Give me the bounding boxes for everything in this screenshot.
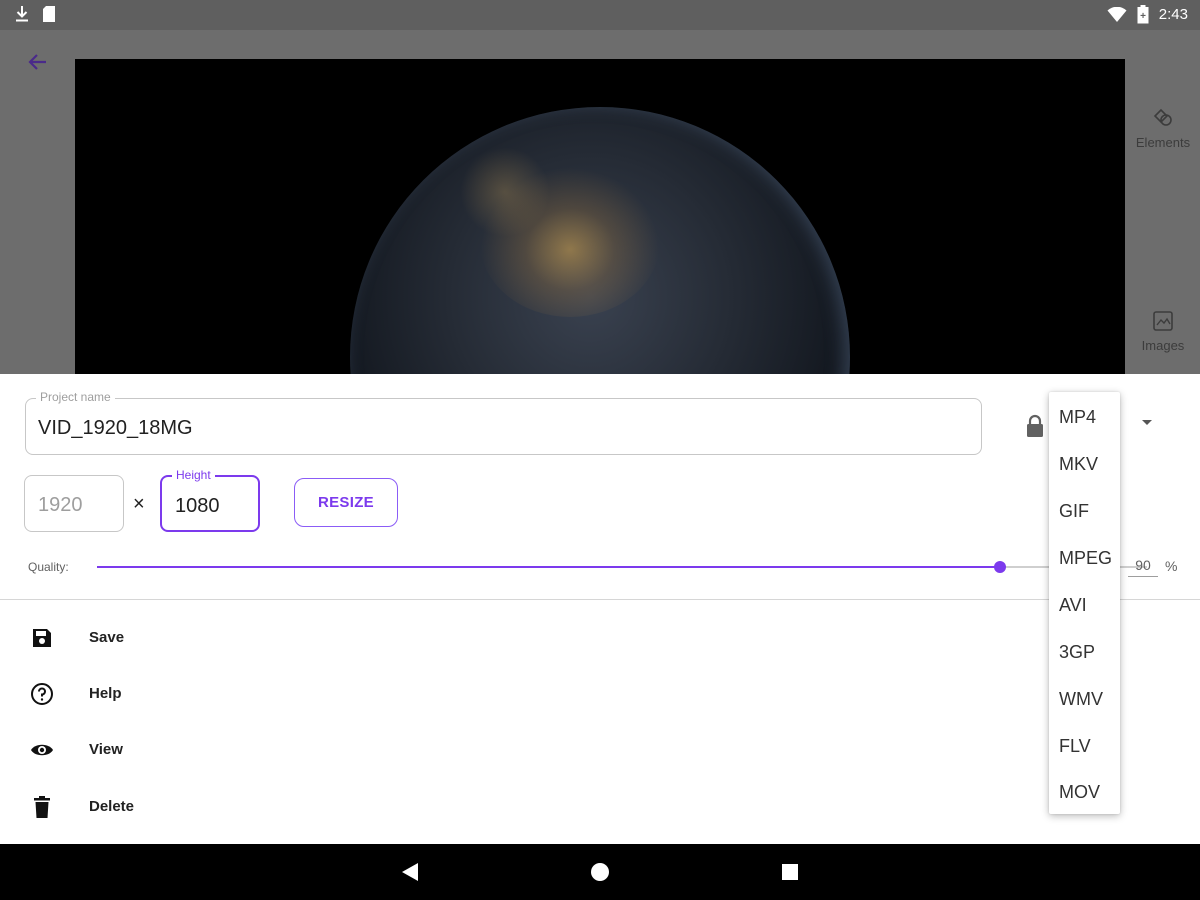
arrow-back-icon xyxy=(28,54,46,70)
quality-slider-fill xyxy=(97,566,1000,568)
save-icon xyxy=(33,629,51,647)
export-sheet: Project name VID_1920_18MG 1920 × Height… xyxy=(0,374,1200,844)
delete-action[interactable]: Delete xyxy=(0,784,400,830)
home-circle-icon[interactable] xyxy=(590,862,610,882)
project-name-field[interactable]: Project name VID_1920_18MG xyxy=(25,390,982,455)
quality-label: Quality: xyxy=(28,560,69,574)
rail-item-elements[interactable]: Elements xyxy=(1126,107,1200,150)
lock-icon[interactable] xyxy=(1024,414,1046,443)
svg-text:+: + xyxy=(1140,11,1146,22)
quality-value-input[interactable]: 90 xyxy=(1128,557,1158,577)
delete-label: Delete xyxy=(89,798,135,815)
wifi-icon xyxy=(1107,6,1127,22)
help-action[interactable]: Help xyxy=(0,671,400,717)
format-option-flv[interactable]: FLV xyxy=(1059,736,1091,757)
format-option-mov[interactable]: MOV xyxy=(1059,782,1100,803)
video-preview[interactable] xyxy=(75,59,1125,374)
battery-icon: + xyxy=(1137,5,1149,24)
height-value: 1080 xyxy=(175,495,220,517)
save-label: Save xyxy=(89,629,125,646)
format-option-gif[interactable]: GIF xyxy=(1059,501,1089,522)
quality-slider[interactable] xyxy=(97,561,1147,573)
format-option-mp4[interactable]: MP4 xyxy=(1059,407,1096,428)
back-triangle-icon[interactable] xyxy=(401,862,419,882)
project-name-label: Project name xyxy=(36,390,115,404)
project-name-value: VID_1920_18MG xyxy=(38,417,193,439)
view-label: View xyxy=(89,741,123,758)
save-action[interactable]: Save xyxy=(0,615,400,661)
images-icon xyxy=(1153,311,1173,331)
rail-item-images[interactable]: Images xyxy=(1126,310,1200,353)
times-symbol: × xyxy=(133,493,145,515)
rail-label: Images xyxy=(1141,338,1185,353)
resize-button[interactable]: RESIZE xyxy=(294,478,398,527)
height-label: Height xyxy=(172,468,215,482)
view-action[interactable]: View xyxy=(0,727,400,773)
navigation-bar xyxy=(0,844,1200,900)
format-menu: MP4 MKV GIF MPEG AVI 3GP WMV FLV MOV xyxy=(1049,392,1120,814)
clock: 2:43 xyxy=(1158,6,1188,23)
width-field[interactable]: 1920 xyxy=(24,475,124,532)
back-button[interactable] xyxy=(22,48,54,76)
elements-icon xyxy=(1153,108,1172,126)
download-icon xyxy=(16,6,28,22)
divider xyxy=(0,599,1200,600)
format-option-mpeg[interactable]: MPEG xyxy=(1059,548,1112,569)
help-label: Help xyxy=(89,685,122,702)
rail-label: Elements xyxy=(1135,135,1191,150)
format-option-mkv[interactable]: MKV xyxy=(1059,454,1098,475)
earth-image xyxy=(350,107,850,374)
recents-square-icon[interactable] xyxy=(781,862,799,882)
delete-icon xyxy=(34,796,50,818)
quality-slider-thumb[interactable] xyxy=(994,561,1006,573)
help-icon xyxy=(31,683,53,705)
format-option-avi[interactable]: AVI xyxy=(1059,595,1087,616)
eye-icon xyxy=(31,744,53,756)
format-dropdown-arrow[interactable] xyxy=(1142,420,1152,425)
width-value: 1920 xyxy=(38,494,83,516)
height-field[interactable]: Height 1080 xyxy=(160,468,260,532)
sd-card-icon xyxy=(43,6,55,22)
status-bar: + 2:43 xyxy=(0,0,1200,30)
format-option-3gp[interactable]: 3GP xyxy=(1059,642,1095,663)
editor-rail: Elements Images xyxy=(1126,59,1200,374)
format-option-wmv[interactable]: WMV xyxy=(1059,689,1103,710)
percent-symbol: % xyxy=(1165,558,1178,574)
